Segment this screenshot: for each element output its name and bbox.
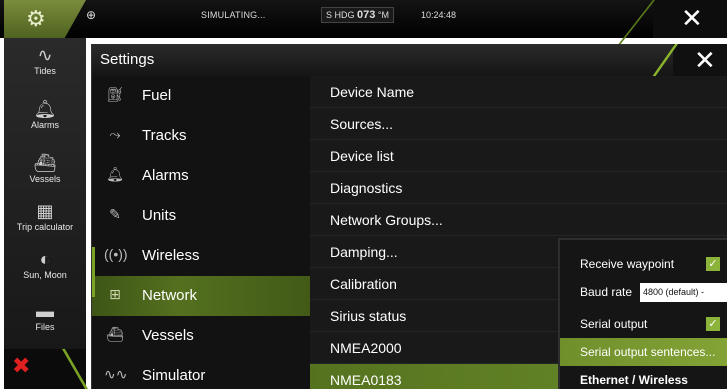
sidebar-item-label: Tides (34, 66, 56, 76)
simulating-label: SIMULATING... (201, 10, 266, 20)
category-fuel[interactable]: ⛽︎ Fuel (92, 76, 310, 116)
option-label: Sources... (330, 116, 394, 132)
category-label: Alarms (142, 167, 189, 184)
fuel-icon: ⛽︎ (106, 86, 124, 102)
category-network[interactable]: ⊞ Network (92, 276, 310, 316)
sun-moon-icon: ◐ (39, 249, 51, 269)
option-label: Diagnostics (330, 180, 403, 196)
category-scrollbar[interactable] (92, 247, 95, 297)
sidebar-item-vessels[interactable]: ⛴︎ Vessels (4, 152, 86, 184)
option-label: Network Groups... (330, 212, 443, 228)
top-close-button[interactable]: ✕ (617, 0, 727, 46)
category-label: Vessels (142, 327, 194, 344)
slash-divider (62, 349, 91, 389)
option-network-groups[interactable]: Network Groups... (310, 204, 727, 236)
gear-icon: ⚙ (26, 6, 46, 31)
sidebar-item-alarms[interactable]: 🔔︎ Alarms (4, 98, 86, 130)
simulator-icon: ∿∿ (104, 366, 128, 382)
category-tracks[interactable]: ⤳ Tracks (92, 116, 310, 156)
baud-rate-select[interactable]: 4800 (default) - (640, 283, 727, 302)
category-label: Network (142, 287, 198, 304)
baud-rate-row: Baud rate 4800 (default) - (560, 278, 727, 306)
category-label: Units (142, 207, 177, 224)
bell-icon: 🔔︎ (33, 99, 57, 119)
sidebar: ∿ Tides 🔔︎ Alarms ⛴︎ Vessels ▦ Trip calc… (4, 38, 91, 389)
vessels-icon: ⛴︎ (33, 153, 57, 173)
heading-prefix: S HDG (326, 10, 355, 20)
bell-icon: 🔔︎ (106, 166, 124, 182)
category-wireless[interactable]: ((•)) Wireless (92, 236, 310, 276)
dialog-close-button[interactable]: ✕ (651, 44, 727, 78)
sidebar-item-label: Sun, Moon (23, 270, 67, 280)
sidebar-item-label: Alarms (30, 120, 59, 130)
sidebar-item-sun-moon[interactable]: ◐ Sun, Moon (4, 248, 86, 280)
serial-output-label: Serial output (580, 317, 648, 331)
serial-output-checkbox[interactable]: ✓ (706, 317, 720, 331)
tides-icon: ∿ (37, 45, 53, 65)
category-simulator[interactable]: ∿∿ Simulator (92, 356, 310, 389)
option-device-name[interactable]: Device Name (310, 76, 727, 108)
sidebar-item-files[interactable]: ▬ Files (4, 300, 86, 332)
serial-output-sentences-label: Serial output sentences... (580, 345, 716, 359)
category-label: Fuel (142, 87, 172, 104)
baud-rate-label: Baud rate (580, 285, 633, 299)
globe-icon: ⊕ (86, 8, 97, 22)
vessels-icon: ⛴︎ (106, 326, 124, 342)
category-units[interactable]: ✎ Units (92, 196, 310, 236)
sidebar-item-label: Trip calculator (16, 222, 74, 232)
ethernet-wireless-label: Ethernet / Wireless (580, 373, 688, 387)
heading-readout: S HDG 073 °M (321, 7, 395, 23)
folder-icon: ▬ (36, 301, 54, 321)
serial-output-row[interactable]: Serial output ✓ (560, 310, 727, 338)
option-label: NMEA2000 (330, 340, 402, 356)
wireless-icon: ((•)) (104, 246, 128, 262)
network-icon: ⊞ (109, 286, 121, 302)
slash-divider (651, 44, 678, 78)
sidebar-item-trip-calculator[interactable]: ▦ Trip calculator (4, 200, 86, 232)
option-label: Calibration (330, 276, 397, 292)
option-label: Device list (330, 148, 394, 164)
error-icon[interactable]: ✖ (12, 353, 30, 379)
receive-waypoint-row[interactable]: Receive waypoint ✓ (560, 250, 727, 278)
pencil-icon: ✎ (109, 206, 121, 222)
receive-waypoint-checkbox[interactable]: ✓ (706, 257, 720, 271)
receive-waypoint-label: Receive waypoint (580, 257, 675, 271)
category-alarms[interactable]: 🔔︎ Alarms (92, 156, 310, 196)
close-icon: ✕ (694, 45, 716, 75)
option-label: Sirius status (330, 308, 407, 324)
sidebar-item-label: Files (35, 322, 55, 332)
option-sources[interactable]: Sources... (310, 108, 727, 140)
close-icon: ✕ (681, 3, 703, 33)
heading-unit: °M (377, 10, 390, 20)
dialog-title-bar: Settings ✕ (92, 44, 727, 78)
tracks-icon: ⤳ (109, 126, 121, 142)
nmea0183-popup: Receive waypoint ✓ Baud rate 4800 (defau… (558, 238, 727, 389)
category-label: Wireless (142, 247, 200, 264)
ethernet-wireless-row[interactable]: Ethernet / Wireless (560, 366, 727, 389)
option-label: Damping... (330, 244, 398, 260)
option-label: Device Name (330, 84, 415, 100)
sidebar-item-label: Vessels (29, 174, 61, 184)
option-label: NMEA0183 (330, 372, 402, 388)
serial-output-sentences-row[interactable]: Serial output sentences... (560, 338, 727, 366)
category-label: Tracks (142, 127, 187, 144)
trip-calculator-icon: ▦ (36, 201, 54, 221)
option-diagnostics[interactable]: Diagnostics (310, 172, 727, 204)
status-bar: ⊕ SIMULATING... S HDG 073 °M 10:24:48 (86, 0, 646, 38)
sidebar-item-tides[interactable]: ∿ Tides (4, 44, 86, 76)
settings-category-list: ⛽︎ Fuel ⤳ Tracks 🔔︎ Alarms ✎ Units ((•))… (92, 76, 310, 389)
option-device-list[interactable]: Device list (310, 140, 727, 172)
sidebar-bottom-bar: ✖ (4, 349, 91, 389)
page-title: Settings (100, 51, 155, 68)
clock: 10:24:48 (421, 10, 457, 20)
category-label: Simulator (142, 367, 206, 384)
category-vessels[interactable]: ⛴︎ Vessels (92, 316, 310, 356)
heading-value: 073 (357, 9, 376, 21)
